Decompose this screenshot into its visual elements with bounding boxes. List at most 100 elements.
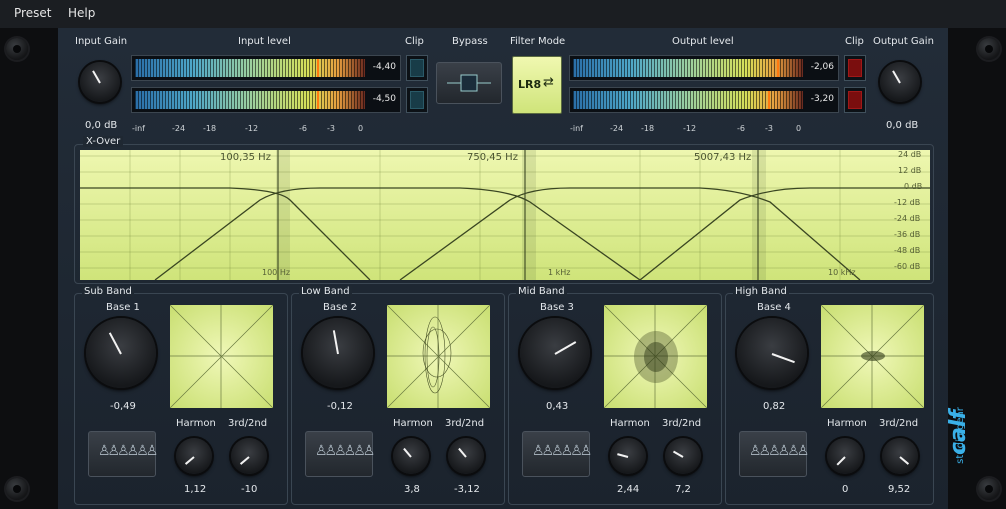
solo-button[interactable]: ♙♙♙♙♙♙ [88, 431, 158, 477]
output-level-label: Output level [672, 36, 734, 47]
meter-value: -2,06 [810, 62, 834, 72]
filter-mode-button[interactable]: LR8 ⇄ [512, 56, 562, 114]
rack-left [0, 28, 58, 509]
knob-pointer [892, 70, 901, 84]
freq-label: 100 Hz [262, 268, 291, 277]
xover-freq-1: 100,35 Hz [220, 152, 271, 163]
harmon-label: Harmon [610, 418, 650, 429]
input-level-meter-left: -4,40 [131, 55, 401, 81]
phase-scope [169, 304, 274, 409]
screw-icon [978, 38, 1000, 60]
harmon-value: 0 [842, 484, 849, 495]
xover-curves [80, 150, 930, 281]
phase-scope [386, 304, 491, 409]
knob-pointer [92, 70, 101, 84]
meter-value: -4,40 [372, 62, 396, 72]
filter-mode-label: Filter Mode [510, 36, 566, 47]
base-value: -0,12 [327, 401, 353, 412]
ratio-label: 3rd/2nd [662, 418, 702, 429]
bypass-label: Bypass [452, 36, 488, 47]
base-label: Base 3 [540, 302, 574, 313]
harmon-knob[interactable] [393, 438, 429, 474]
harmon-value: 1,12 [184, 484, 207, 495]
ratio-value: -10 [241, 484, 258, 495]
db-label: -24 dB [894, 214, 921, 223]
rack-right: calf studio gear [946, 28, 1006, 509]
base-knob[interactable] [520, 318, 590, 388]
base-value: -0,49 [110, 401, 136, 412]
ratio-label: 3rd/2nd [879, 418, 919, 429]
phase-scope [820, 304, 925, 409]
base-label: Base 2 [323, 302, 357, 313]
meter-value: -4,50 [372, 94, 396, 104]
plugin-panel: Input Gain Input level Clip Bypass Filte… [58, 28, 948, 509]
harmon-label: Harmon [393, 418, 433, 429]
db-label: -36 dB [894, 230, 921, 239]
base-knob[interactable] [303, 318, 373, 388]
screw-icon [6, 478, 28, 500]
input-gain-knob[interactable] [80, 62, 120, 102]
db-label: -48 dB [894, 246, 921, 255]
band-sub: Sub Band Base 1 -0,49 ♙♙♙♙♙♙ Harmon 1,12… [74, 286, 288, 505]
bypass-button[interactable] [436, 62, 502, 104]
input-level-meter-right: -4,50 [131, 87, 401, 113]
base-label: Base 4 [757, 302, 791, 313]
people-icon: ♙♙♙♙♙♙ [532, 443, 592, 459]
ratio-label: 3rd/2nd [228, 418, 268, 429]
people-icon: ♙♙♙♙♙♙ [98, 443, 158, 459]
output-gain-value: 0,0 dB [886, 120, 919, 131]
meter-peak [317, 59, 319, 77]
base-label: Base 1 [106, 302, 140, 313]
ratio-knob[interactable] [231, 438, 267, 474]
ratio-knob[interactable] [448, 438, 484, 474]
base-knob[interactable] [737, 318, 807, 388]
band-title: High Band [733, 286, 789, 297]
ratio-value: 9,52 [888, 484, 911, 495]
ratio-label: 3rd/2nd [445, 418, 485, 429]
band-mid: Mid Band Base 3 0,43 ♙♙♙♙♙♙ Harmon 2,44 … [508, 286, 722, 505]
harmon-knob[interactable] [610, 438, 646, 474]
harmon-knob[interactable] [176, 438, 212, 474]
input-clip-label: Clip [405, 36, 424, 47]
ratio-knob[interactable] [665, 438, 701, 474]
db-label: -12 dB [894, 198, 921, 207]
xover-label: X-Over [83, 136, 124, 147]
output-level-meter-left: -2,06 [569, 55, 839, 81]
people-icon: ♙♙♙♙♙♙ [315, 443, 375, 459]
menu-help[interactable]: Help [68, 6, 95, 20]
db-label: 0 dB [904, 182, 923, 191]
output-gain-label: Output Gain [873, 36, 934, 47]
ratio-knob[interactable] [882, 438, 918, 474]
phase-scope [603, 304, 708, 409]
input-gain-label: Input Gain [75, 36, 128, 47]
solo-button[interactable]: ♙♙♙♙♙♙ [522, 431, 592, 477]
chip-icon [447, 74, 491, 92]
meter-bar [135, 91, 365, 109]
harmon-knob[interactable] [827, 438, 863, 474]
harmon-label: Harmon [176, 418, 216, 429]
base-value: 0,82 [763, 401, 786, 412]
harmon-label: Harmon [827, 418, 867, 429]
output-clip-led-right[interactable] [844, 87, 866, 113]
solo-button[interactable]: ♙♙♙♙♙♙ [739, 431, 809, 477]
band-title: Mid Band [516, 286, 567, 297]
base-value: 0,43 [546, 401, 569, 412]
output-gain-knob[interactable] [880, 62, 920, 102]
output-clip-label: Clip [845, 36, 864, 47]
meter-bar [135, 59, 365, 77]
menu-preset[interactable]: Preset [14, 6, 51, 20]
input-clip-led-right[interactable] [406, 87, 428, 113]
input-gain-value: 0,0 dB [85, 120, 118, 131]
solo-button[interactable]: ♙♙♙♙♙♙ [305, 431, 375, 477]
band-low: Low Band Base 2 -0,12 ♙♙♙♙♙♙ Harmon 3,8 … [291, 286, 505, 505]
people-icon: ♙♙♙♙♙♙ [749, 443, 809, 459]
ratio-value: 7,2 [675, 484, 691, 495]
meter-bar [573, 59, 803, 77]
meter-peak [317, 91, 319, 109]
input-clip-led-left[interactable] [406, 55, 428, 81]
base-knob[interactable] [86, 318, 156, 388]
output-clip-led-left[interactable] [844, 55, 866, 81]
xover-freq-2: 750,45 Hz [467, 152, 518, 163]
xover-graph[interactable]: 100,35 Hz 750,45 Hz 5007,43 Hz 24 dB 12 … [80, 150, 930, 281]
meter-peak [768, 91, 770, 109]
